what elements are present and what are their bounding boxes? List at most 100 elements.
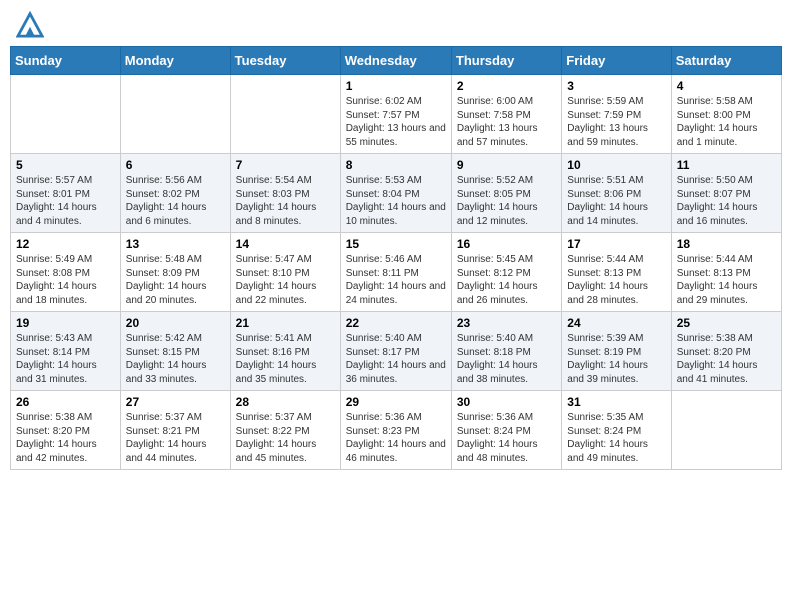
sunrise-text: Sunrise: 5:36 AM bbox=[457, 411, 556, 425]
sunrise-text: Sunrise: 6:02 AM bbox=[346, 95, 446, 109]
sunrise-text: Sunrise: 5:40 AM bbox=[346, 332, 446, 346]
daylight-text: Daylight: 14 hours and 42 minutes. bbox=[16, 438, 115, 465]
sunset-text: Sunset: 8:00 PM bbox=[677, 109, 776, 123]
daylight-text: Daylight: 14 hours and 44 minutes. bbox=[126, 438, 225, 465]
weekday-header-saturday: Saturday bbox=[671, 47, 781, 75]
daylight-text: Daylight: 13 hours and 59 minutes. bbox=[567, 122, 665, 149]
calendar-cell: 3Sunrise: 5:59 AMSunset: 7:59 PMDaylight… bbox=[562, 75, 671, 154]
daylight-text: Daylight: 14 hours and 46 minutes. bbox=[346, 438, 446, 465]
day-number: 10 bbox=[567, 158, 665, 172]
calendar-cell: 2 Sunrise: 6:00 AMSunset: 7:58 PMDaylight… bbox=[451, 75, 561, 154]
calendar-week-row: 19 Sunrise: 5:43 AMSunset: 8:14 PMDayligh… bbox=[11, 312, 782, 391]
sunset-text: Sunset: 8:14 PM bbox=[16, 346, 115, 360]
sunrise-text: Sunrise: 5:47 AM bbox=[236, 253, 335, 267]
day-number: 18 bbox=[677, 237, 776, 251]
sunset-text: Sunset: 8:04 PM bbox=[346, 188, 446, 202]
daylight-text: Daylight: 14 hours and 1 minute. bbox=[677, 122, 776, 149]
cell-content: Sunrise: 5:39 AMSunset: 8:19 PMDaylight:… bbox=[567, 332, 665, 386]
daylight-text: Daylight: 14 hours and 48 minutes. bbox=[457, 438, 556, 465]
sunrise-text: Sunrise: 5:38 AM bbox=[677, 332, 776, 346]
sunrise-text: Sunrise: 5:37 AM bbox=[236, 411, 335, 425]
day-number: 17 bbox=[567, 237, 665, 251]
day-number: 1 bbox=[346, 79, 446, 93]
cell-content: Sunrise: 5:38 AMSunset: 8:20 PMDaylight:… bbox=[16, 411, 115, 465]
calendar-cell: 22Sunrise: 5:40 AMSunset: 8:17 PMDayligh… bbox=[340, 312, 451, 391]
weekday-header-row: SundayMondayTuesdayWednesdayThursdayFrid… bbox=[11, 47, 782, 75]
sunset-text: Sunset: 8:16 PM bbox=[236, 346, 335, 360]
calendar-cell: 28Sunrise: 5:37 AMSunset: 8:22 PMDayligh… bbox=[230, 391, 340, 470]
cell-content: Sunrise: 5:45 AMSunset: 8:12 PMDaylight:… bbox=[457, 253, 556, 307]
sunrise-text: Sunrise: 5:51 AM bbox=[567, 174, 665, 188]
calendar-cell: 23Sunrise: 5:40 AMSunset: 8:18 PMDayligh… bbox=[451, 312, 561, 391]
calendar-cell: 29Sunrise: 5:36 AMSunset: 8:23 PMDayligh… bbox=[340, 391, 451, 470]
sunrise-text: Sunrise: 5:48 AM bbox=[126, 253, 225, 267]
calendar-cell: 5Sunrise: 5:57 AMSunset: 8:01 PMDaylight… bbox=[11, 154, 121, 233]
daylight-text: Daylight: 14 hours and 16 minutes. bbox=[677, 201, 776, 228]
daylight-text: Daylight: 14 hours and 33 minutes. bbox=[126, 359, 225, 386]
sunset-text: Sunset: 8:02 PM bbox=[126, 188, 225, 202]
sunrise-text: Sunrise: 5:52 AM bbox=[457, 174, 556, 188]
day-number: 20 bbox=[126, 316, 225, 330]
sunset-text: Sunset: 7:57 PM bbox=[346, 109, 446, 123]
daylight-text: Daylight: 14 hours and 18 minutes. bbox=[16, 280, 115, 307]
sunset-text: Sunset: 8:20 PM bbox=[16, 425, 115, 439]
sunset-text: Sunset: 8:13 PM bbox=[677, 267, 776, 281]
cell-content: Sunrise: 5:36 AMSunset: 8:24 PMDaylight:… bbox=[457, 411, 556, 465]
cell-content: Sunrise: 5:44 AMSunset: 8:13 PMDaylight:… bbox=[677, 253, 776, 307]
sunset-text: Sunset: 8:24 PM bbox=[567, 425, 665, 439]
page-header bbox=[10, 10, 782, 38]
weekday-header-thursday: Thursday bbox=[451, 47, 561, 75]
sunset-text: Sunset: 8:01 PM bbox=[16, 188, 115, 202]
sunset-text: Sunset: 8:20 PM bbox=[677, 346, 776, 360]
day-number: 23 bbox=[457, 316, 556, 330]
daylight-text: Daylight: 14 hours and 20 minutes. bbox=[126, 280, 225, 307]
weekday-header-friday: Friday bbox=[562, 47, 671, 75]
cell-content: Sunrise: 5:37 AMSunset: 8:22 PMDaylight:… bbox=[236, 411, 335, 465]
cell-content: Sunrise: 5:52 AMSunset: 8:05 PMDaylight:… bbox=[457, 174, 556, 228]
daylight-text: Daylight: 14 hours and 49 minutes. bbox=[567, 438, 665, 465]
sunrise-text: Sunrise: 5:58 AM bbox=[677, 95, 776, 109]
calendar-table: SundayMondayTuesdayWednesdayThursdayFrid… bbox=[10, 46, 782, 470]
day-number: 2 bbox=[457, 79, 556, 93]
sunrise-text: Sunrise: 5:41 AM bbox=[236, 332, 335, 346]
day-number: 4 bbox=[677, 79, 776, 93]
sunrise-text: Sunrise: 5:36 AM bbox=[346, 411, 446, 425]
sunset-text: Sunset: 8:05 PM bbox=[457, 188, 556, 202]
daylight-text: Daylight: 14 hours and 22 minutes. bbox=[236, 280, 335, 307]
cell-content: Sunrise: 5:41 AMSunset: 8:16 PMDaylight:… bbox=[236, 332, 335, 386]
calendar-cell: 16Sunrise: 5:45 AMSunset: 8:12 PMDayligh… bbox=[451, 233, 561, 312]
calendar-cell bbox=[671, 391, 781, 470]
cell-content: Sunrise: 5:51 AMSunset: 8:06 PMDaylight:… bbox=[567, 174, 665, 228]
sunset-text: Sunset: 8:15 PM bbox=[126, 346, 225, 360]
weekday-header-tuesday: Tuesday bbox=[230, 47, 340, 75]
sunrise-text: Sunrise: 5:35 AM bbox=[567, 411, 665, 425]
day-number: 27 bbox=[126, 395, 225, 409]
cell-content: Sunrise: 5:58 AMSunset: 8:00 PMDaylight:… bbox=[677, 95, 776, 149]
sunrise-text: Sunrise: 5:56 AM bbox=[126, 174, 225, 188]
calendar-cell: 21 Sunrise: 5:41 AMSunset: 8:16 PMDayligh… bbox=[230, 312, 340, 391]
calendar-week-row: 1 Sunrise: 6:02 AMSunset: 7:57 PM Daylight… bbox=[11, 75, 782, 154]
sunrise-text: Sunrise: 5:50 AM bbox=[677, 174, 776, 188]
day-number: 19 bbox=[16, 316, 115, 330]
calendar-cell: 15Sunrise: 5:46 AMSunset: 8:11 PMDayligh… bbox=[340, 233, 451, 312]
calendar-cell: 6Sunrise: 5:56 AMSunset: 8:02 PMDaylight… bbox=[120, 154, 230, 233]
daylight-text: Daylight: 14 hours and 10 minutes. bbox=[346, 201, 446, 228]
day-number: 25 bbox=[677, 316, 776, 330]
calendar-cell: 10 Sunrise: 5:51 AMSunset: 8:06 PMDayligh… bbox=[562, 154, 671, 233]
cell-content: Sunrise: 5:43 AMSunset: 8:14 PMDaylight:… bbox=[16, 332, 115, 386]
calendar-week-row: 12Sunrise: 5:49 AMSunset: 8:08 PMDayligh… bbox=[11, 233, 782, 312]
day-number: 21 bbox=[236, 316, 335, 330]
cell-content: Sunrise: 5:36 AMSunset: 8:23 PMDaylight:… bbox=[346, 411, 446, 465]
daylight-text: Daylight: 14 hours and 38 minutes. bbox=[457, 359, 556, 386]
logo bbox=[14, 10, 44, 38]
sunset-text: Sunset: 8:09 PM bbox=[126, 267, 225, 281]
daylight-text: Daylight: 14 hours and 36 minutes. bbox=[346, 359, 446, 386]
sunrise-text: Sunrise: 5:38 AM bbox=[16, 411, 115, 425]
daylight-text: Daylight: 14 hours and 4 minutes. bbox=[16, 201, 115, 228]
cell-content: Sunrise: 6:00 AMSunset: 7:58 PMDaylight:… bbox=[457, 95, 556, 149]
sunset-text: Sunset: 7:59 PM bbox=[567, 109, 665, 123]
sunset-text: Sunset: 8:10 PM bbox=[236, 267, 335, 281]
sunset-text: Sunset: 8:08 PM bbox=[16, 267, 115, 281]
sunrise-text: Sunrise: 5:57 AM bbox=[16, 174, 115, 188]
calendar-cell: 14Sunrise: 5:47 AMSunset: 8:10 PMDayligh… bbox=[230, 233, 340, 312]
